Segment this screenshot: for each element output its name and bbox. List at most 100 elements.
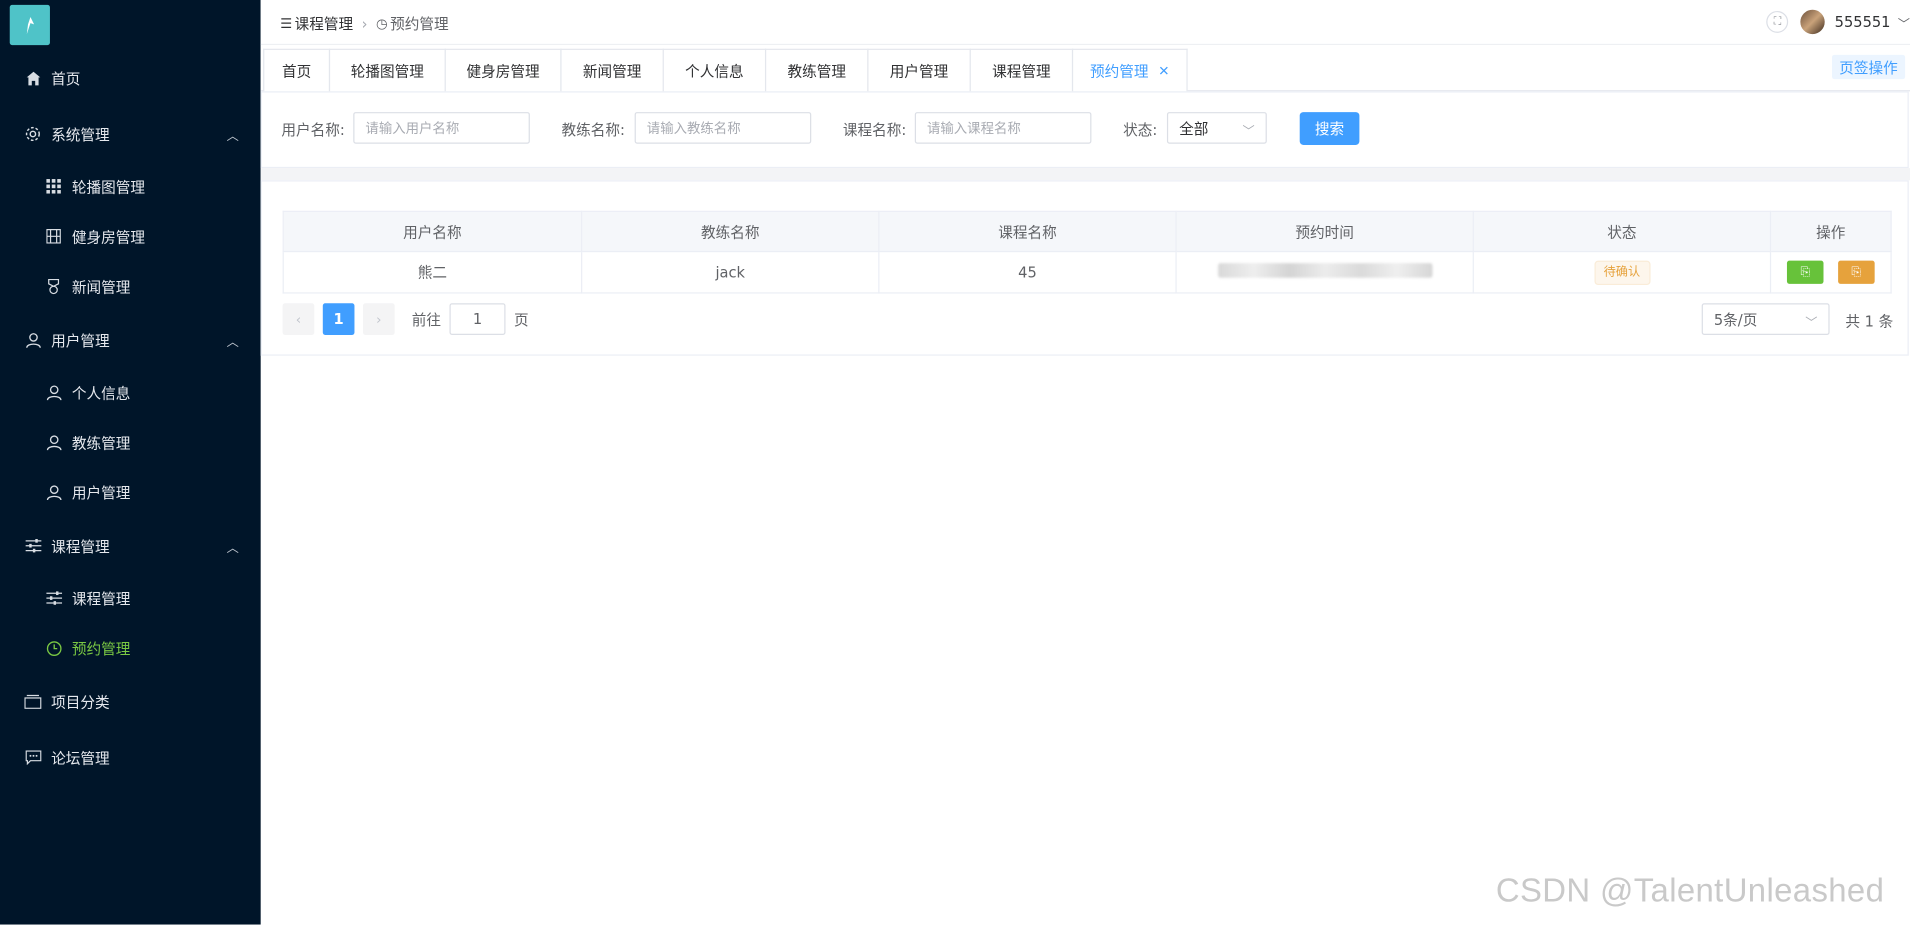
tab-gym[interactable]: 健身房管理 [444, 48, 562, 92]
course-name-label: 课程名称: [842, 121, 907, 139]
cell-course: 45 [878, 250, 1177, 294]
sidebar-item-label: 教练管理 [71, 434, 131, 452]
tab-label: 教练管理 [787, 62, 846, 80]
tab-courses[interactable]: 课程管理 [969, 48, 1074, 92]
chevron-up-icon: ︿ [226, 130, 239, 144]
tab-label: 预约管理 [1090, 62, 1149, 80]
table-header-row: 用户名称 教练名称 课程名称 预约时间 状态 操作 [282, 210, 1892, 253]
status-select[interactable]: 全部 ﹀ [1166, 112, 1267, 144]
header-right: ⛶ 555551 ﹀ [1766, 9, 1910, 35]
sidebar-item-user-admin[interactable]: 用户管理 [0, 468, 261, 517]
tab-label: 课程管理 [992, 62, 1051, 80]
sidebar-item-forum[interactable]: 论坛管理 [0, 733, 261, 782]
medal-icon [44, 277, 63, 296]
fullscreen-icon[interactable]: ⛶ [1766, 10, 1789, 33]
course-name-input[interactable]: 请输入课程名称 [914, 112, 1092, 144]
breadcrumb: ☰ 课程管理 › ◷ 预约管理 [280, 13, 448, 34]
chat-icon [23, 748, 42, 767]
tab-label: 轮播图管理 [350, 62, 424, 80]
user-name-label: 用户名称: [281, 121, 345, 139]
confirm-icon: ⎘ [1800, 265, 1811, 279]
chevron-down-icon[interactable]: ﹀ [1898, 13, 1910, 31]
sidebar-item-users[interactable]: 用户管理 ︿ [0, 315, 261, 364]
page-size-value: 5条/页 [1713, 311, 1758, 329]
page-size-select[interactable]: 5条/页 ﹀ [1701, 303, 1830, 335]
sidebar-item-gym[interactable]: 健身房管理 [0, 212, 261, 261]
breadcrumb-item: 预约管理 [390, 15, 449, 33]
tab-bar: 首页 轮播图管理 健身房管理 新闻管理 个人信息 教练管理 用户管理 课程管理 … [260, 45, 1910, 92]
total-count: 共 1 条 [1845, 313, 1894, 331]
sidebar-item-coaches[interactable]: 教练管理 [0, 418, 261, 467]
sidebar-item-home[interactable]: 首页 [0, 54, 261, 103]
sidebar-item-label: 个人信息 [71, 384, 131, 402]
cell-actions: ⎘ ⎘ [1769, 250, 1892, 294]
sidebar-item-news[interactable]: 新闻管理 [0, 262, 261, 311]
clock-icon [44, 638, 63, 657]
status-badge: 待确认 [1593, 260, 1650, 285]
tab-label: 用户管理 [889, 62, 949, 80]
close-icon[interactable]: ✕ [1158, 63, 1169, 79]
tab-home[interactable]: 首页 [263, 48, 331, 92]
sidebar-item-courses[interactable]: 课程管理 ︿ [0, 521, 261, 570]
sidebar-item-carousel[interactable]: 轮播图管理 [0, 162, 261, 211]
top-header: ☰ 课程管理 › ◷ 预约管理 ⛶ 555551 ﹀ [260, 0, 1910, 46]
placeholder: 请输入课程名称 [926, 120, 1021, 137]
tab-actions-button[interactable]: 页签操作 [1832, 54, 1906, 80]
search-panel: 用户名称: 请输入用户名称 教练名称: 请输入教练名称 课程名称: 请输入课程名… [260, 91, 1909, 169]
avatar[interactable] [1800, 9, 1825, 35]
confirm-button[interactable]: ⎘ [1787, 260, 1824, 284]
user-icon [44, 432, 63, 451]
column-header: 教练名称 [581, 210, 880, 253]
panel-gap [260, 168, 1910, 181]
column-header: 用户名称 [282, 210, 583, 253]
tab-label: 新闻管理 [582, 62, 642, 80]
breadcrumb-item[interactable]: 课程管理 [295, 13, 353, 34]
page-unit-label: 页 [514, 311, 529, 329]
placeholder: 请输入用户名称 [365, 120, 460, 137]
sidebar-item-profile[interactable]: 个人信息 [0, 368, 261, 417]
page-number-button[interactable]: 1 [322, 303, 355, 335]
coach-name-input[interactable]: 请输入教练名称 [634, 112, 812, 144]
column-header: 预约时间 [1175, 210, 1474, 253]
breadcrumb-separator-icon: › [361, 15, 368, 33]
column-header: 状态 [1472, 210, 1772, 253]
sidebar-item-system[interactable]: 系统管理 ︿ [0, 110, 261, 159]
sidebar-item-categories[interactable]: 项目分类 [0, 677, 261, 726]
column-header: 操作 [1769, 210, 1892, 253]
cancel-button[interactable]: ⎘ [1837, 260, 1875, 284]
prev-page-button[interactable]: ‹ [282, 303, 315, 335]
sidebar-item-reservations[interactable]: 预约管理 [0, 624, 261, 673]
next-page-button[interactable]: › [362, 303, 395, 335]
tab-reservations[interactable]: 预约管理 ✕ [1071, 48, 1188, 92]
user-icon [23, 330, 42, 349]
status-label: 状态: [1123, 121, 1158, 139]
sliders-icon: ☰ [280, 15, 293, 32]
sidebar-item-label: 轮播图管理 [71, 178, 145, 196]
user-name-input[interactable]: 请输入用户名称 [353, 112, 530, 144]
sliders-icon [44, 588, 63, 607]
tab-carousel[interactable]: 轮播图管理 [328, 48, 446, 92]
chevron-down-icon: ﹀ [1242, 125, 1255, 139]
search-button[interactable]: 搜索 [1299, 112, 1360, 145]
cell-user: 熊二 [282, 250, 583, 294]
tab-label: 首页 [281, 62, 312, 80]
film-icon [44, 227, 63, 246]
goto-page-input[interactable]: 1 [449, 303, 506, 335]
status-value: 全部 [1179, 119, 1209, 138]
tab-label: 健身房管理 [466, 62, 540, 80]
sidebar-item-label: 项目分类 [51, 693, 110, 711]
redacted-time [1217, 263, 1432, 278]
tab-coaches[interactable]: 教练管理 [764, 48, 869, 92]
watermark: CSDN @TalentUnleashed [1495, 872, 1885, 909]
sidebar-item-label: 论坛管理 [51, 749, 110, 767]
sidebar-item-label: 用户管理 [51, 331, 110, 349]
sidebar-item-label: 预约管理 [71, 640, 131, 658]
tab-users[interactable]: 用户管理 [867, 48, 971, 92]
pagination: ‹ 1 › 前往 1 页 [282, 303, 538, 335]
tab-news[interactable]: 新闻管理 [560, 48, 664, 92]
username[interactable]: 555551 [1835, 13, 1891, 30]
tab-profile[interactable]: 个人信息 [662, 48, 767, 92]
sidebar: 首页 系统管理 ︿ 轮播图管理 健身房管理 新闻管理 用户管理 ︿ 个人信息 教… [0, 0, 261, 925]
app-logo[interactable] [9, 4, 50, 46]
sidebar-item-course-admin[interactable]: 课程管理 [0, 574, 261, 623]
